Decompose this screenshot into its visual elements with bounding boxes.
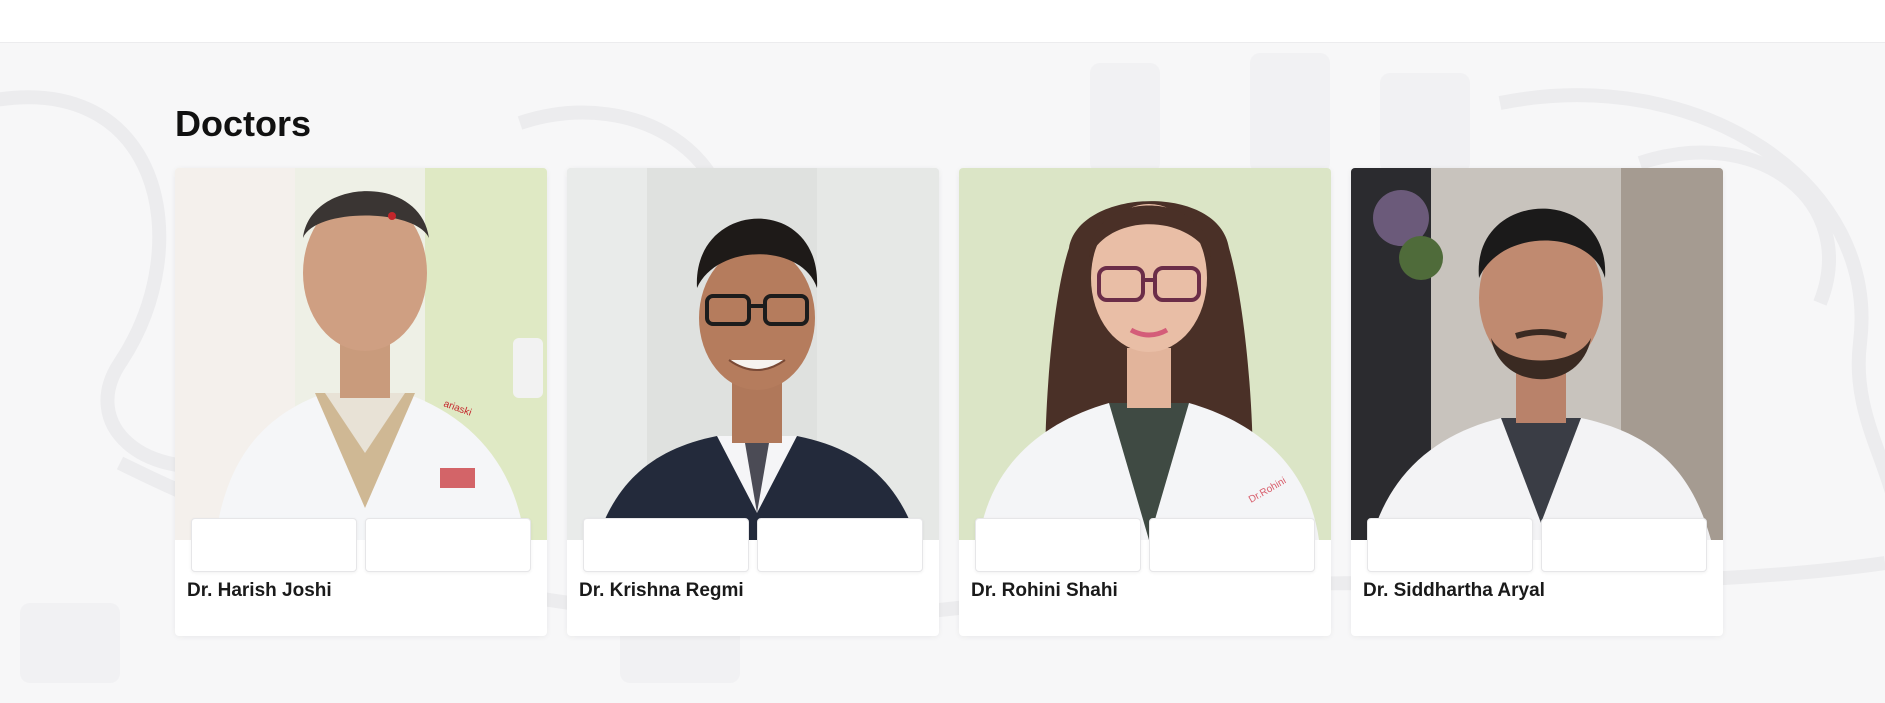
doctor-name[interactable]: Dr. Harish Joshi: [187, 580, 332, 602]
doctor-name[interactable]: Dr. Siddhartha Aryal: [1363, 580, 1545, 602]
card-action-button[interactable]: [1367, 518, 1533, 572]
section-title: Doctors: [175, 103, 312, 144]
doctor-photo: [1351, 168, 1723, 540]
top-header-bar: [0, 0, 1885, 43]
doctor-photo: ariaski: [175, 168, 547, 540]
card-action-button[interactable]: [365, 518, 531, 572]
doctors-section: Doctors ariaski Dr. Harish Joshi Dr. Kri…: [175, 100, 1725, 636]
card-action-buttons: [583, 518, 923, 572]
doctor-cards: ariaski Dr. Harish Joshi Dr. Krishna Reg…: [175, 168, 1723, 636]
card-action-button[interactable]: [191, 518, 357, 572]
doctor-card[interactable]: Dr. Siddhartha Aryal: [1351, 168, 1723, 636]
doctor-card[interactable]: Dr.Rohini Dr. Rohini Shahi: [959, 168, 1331, 636]
card-action-button[interactable]: [757, 518, 923, 572]
card-action-buttons: [1367, 518, 1707, 572]
doctor-photo: [567, 168, 939, 540]
card-action-buttons: [975, 518, 1315, 572]
card-action-buttons: [191, 518, 531, 572]
doctor-card[interactable]: ariaski Dr. Harish Joshi: [175, 168, 547, 636]
card-action-button[interactable]: [1149, 518, 1315, 572]
doctor-photo: Dr.Rohini: [959, 168, 1331, 540]
doctor-name[interactable]: Dr. Rohini Shahi: [971, 580, 1118, 602]
card-action-button[interactable]: [975, 518, 1141, 572]
card-action-button[interactable]: [1541, 518, 1707, 572]
card-action-button[interactable]: [583, 518, 749, 572]
doctor-name[interactable]: Dr. Krishna Regmi: [579, 580, 744, 602]
doctor-card[interactable]: Dr. Krishna Regmi: [567, 168, 939, 636]
